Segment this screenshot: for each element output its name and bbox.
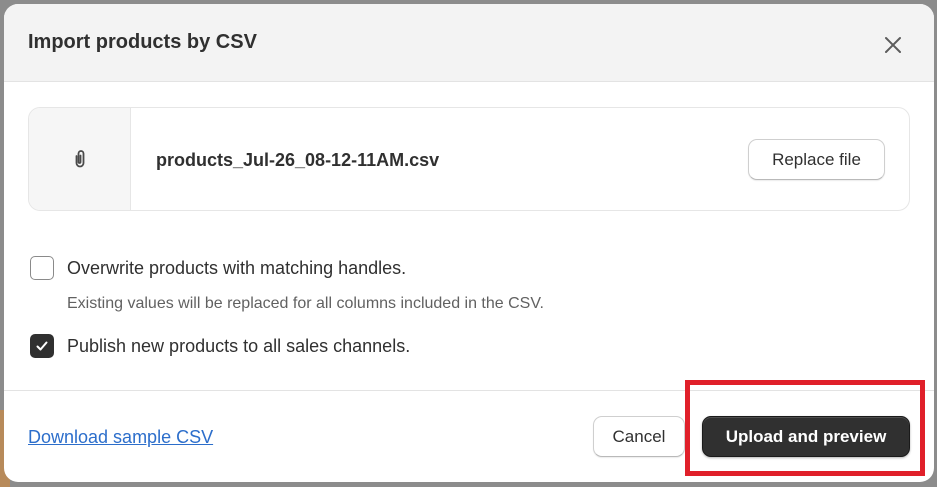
cancel-button[interactable]: Cancel: [593, 416, 685, 457]
file-name: products_Jul-26_08-12-11AM.csv: [156, 150, 440, 170]
close-button[interactable]: [876, 28, 910, 62]
overwrite-label[interactable]: Overwrite products with matching handles…: [67, 258, 406, 279]
replace-file-button[interactable]: Replace file: [748, 139, 885, 180]
file-icon-box: [29, 108, 131, 210]
publish-label[interactable]: Publish new products to all sales channe…: [67, 336, 410, 357]
modal-title: Import products by CSV: [28, 31, 257, 53]
footer-divider: [4, 390, 934, 391]
publish-checkbox[interactable]: [30, 334, 54, 358]
import-csv-modal: Import products by CSV products_Jul-26_0…: [4, 4, 934, 482]
selected-file-card: products_Jul-26_08-12-11AM.csv Replace f…: [28, 107, 910, 211]
checkmark-icon: [36, 341, 48, 351]
overwrite-help-text: Existing values will be replaced for all…: [67, 295, 544, 312]
paperclip-icon: [75, 150, 84, 168]
modal-header: Import products by CSV: [4, 4, 934, 82]
download-sample-csv-link[interactable]: Download sample CSV: [28, 427, 213, 448]
close-icon: [885, 37, 901, 53]
upload-and-preview-button[interactable]: Upload and preview: [702, 416, 910, 457]
overwrite-checkbox[interactable]: [30, 256, 54, 280]
